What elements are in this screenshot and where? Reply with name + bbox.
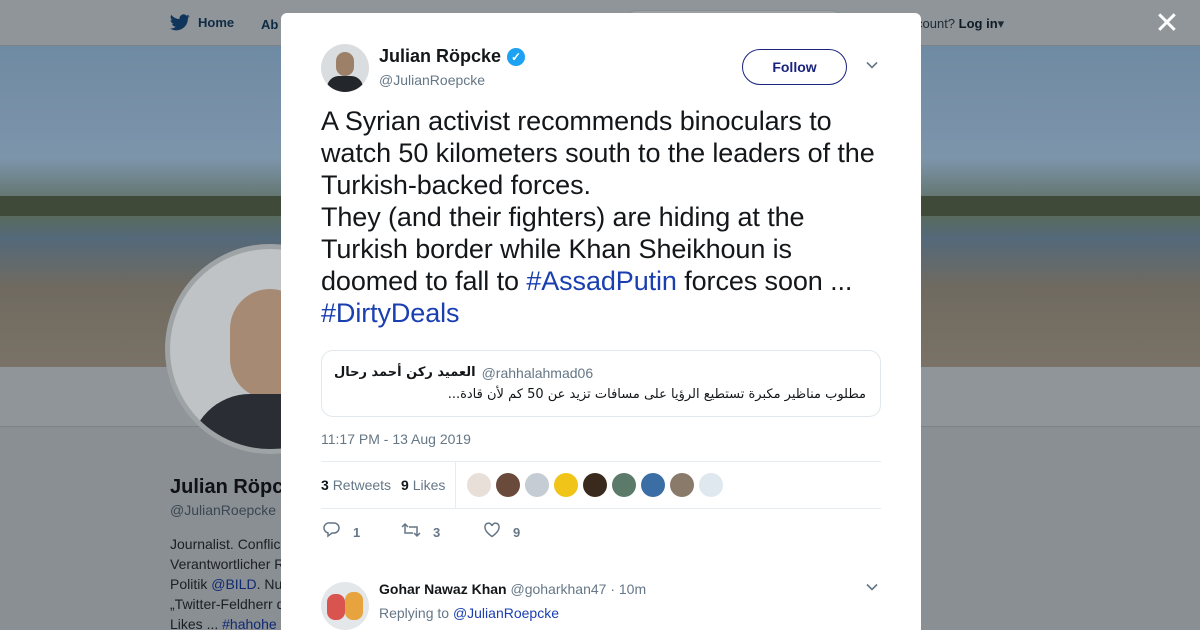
quote-author-handle: @rahhalahmad06 (481, 365, 594, 381)
liker-avatar[interactable] (525, 473, 549, 497)
profile-name: Julian Röpc (170, 476, 284, 498)
account-prompt: count? Log in▾ (916, 16, 1005, 31)
reply-header: Gohar Nawaz Khan @goharkhan47 · 10m (379, 581, 646, 597)
replying-to-link[interactable]: @JulianRoepcke (453, 605, 559, 621)
liker-avatar[interactable] (554, 473, 578, 497)
reply-author-name[interactable]: Gohar Nawaz Khan (379, 581, 507, 597)
profile-handle: @JulianRoepcke (170, 502, 277, 518)
chevron-down-icon[interactable] (865, 580, 879, 597)
like-action[interactable]: 9 (483, 521, 520, 544)
liker-avatar[interactable] (467, 473, 491, 497)
liker-avatar[interactable] (496, 473, 520, 497)
bio-link-bild[interactable]: @BILD (211, 576, 256, 592)
quote-author-name: العميد ركن أحمد رحال (334, 365, 476, 380)
verified-badge-icon: ✓ (507, 47, 526, 66)
nav-about[interactable]: Ab (261, 17, 278, 32)
likes-stat[interactable]: 9 Likes (401, 477, 445, 493)
likers-list (467, 473, 723, 497)
author-avatar[interactable] (321, 44, 369, 92)
replying-to: Replying to @JulianRoepcke (379, 605, 559, 621)
close-icon[interactable]: ✕ (1153, 9, 1181, 39)
login-link[interactable]: Log in (959, 16, 998, 31)
follow-button[interactable]: Follow (742, 49, 847, 85)
tweet-actions: 1 3 9 (321, 519, 881, 553)
reply-author-handle[interactable]: @goharkhan47 (510, 581, 606, 597)
reply-author-avatar[interactable] (321, 582, 369, 630)
author-name[interactable]: Julian Röpcke ✓ (379, 46, 526, 67)
tweet-modal: Julian Röpcke ✓ @JulianRoepcke Follow A … (281, 13, 921, 630)
retweet-icon (401, 521, 421, 544)
liker-avatar[interactable] (670, 473, 694, 497)
tweet-stats: 3 Retweets 9 Likes (321, 461, 881, 509)
twitter-bird-icon (170, 14, 190, 31)
heart-icon (483, 521, 501, 544)
nav-home[interactable]: Home (170, 14, 234, 31)
bio-link-hashtag[interactable]: #hahohe (222, 616, 277, 630)
tweet-timestamp[interactable]: 11:17 PM - 13 Aug 2019 (321, 431, 471, 447)
hashtag-link[interactable]: #DirtyDeals (321, 297, 881, 329)
reply-icon (323, 521, 341, 544)
retweet-action[interactable]: 3 (401, 521, 440, 544)
liker-avatar[interactable] (583, 473, 607, 497)
quoted-tweet[interactable]: العميد ركن أحمد رحال @rahhalahmad06 مطلو… (321, 350, 881, 417)
retweets-stat[interactable]: 3 Retweets (321, 477, 391, 493)
hashtag-link[interactable]: #AssadPutin (526, 266, 677, 296)
liker-avatar[interactable] (641, 473, 665, 497)
liker-avatar[interactable] (699, 473, 723, 497)
chevron-down-icon: ▾ (997, 16, 1005, 31)
quote-text: مطلوب مناظير مكبرة تستطيع الرؤيا على مسا… (447, 387, 866, 402)
author-handle[interactable]: @JulianRoepcke (379, 72, 485, 88)
nav-home-label: Home (198, 15, 235, 30)
reply-action[interactable]: 1 (323, 521, 360, 544)
chevron-down-icon[interactable] (865, 58, 879, 72)
profile-bio: Journalist. Conflic Verantwortlicher R P… (170, 536, 285, 630)
liker-avatar[interactable] (612, 473, 636, 497)
reply-time[interactable]: · 10m (610, 581, 646, 597)
tweet-text: A Syrian activist recommends binoculars … (321, 105, 881, 329)
